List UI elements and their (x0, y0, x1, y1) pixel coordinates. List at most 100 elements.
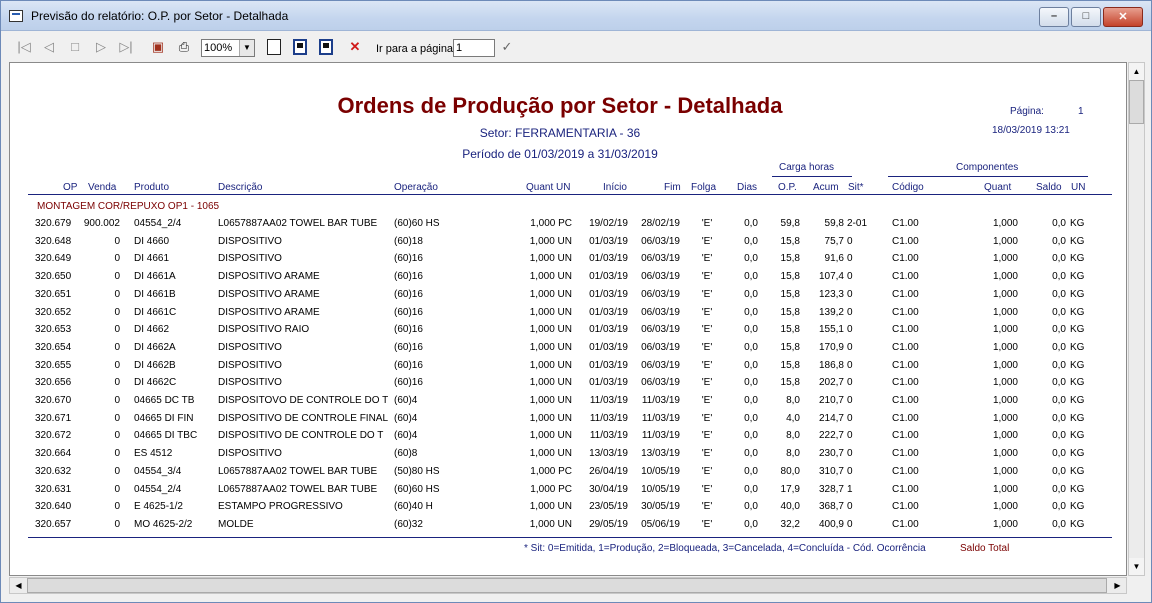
cell-codigo: C1.00 (892, 448, 919, 460)
cell-produto: DI 4661C (134, 306, 177, 318)
next-page-icon[interactable]: ▷ (93, 39, 109, 55)
cell-dias: 0,0 (744, 395, 758, 406)
cell-venda: 0 (114, 430, 120, 442)
cell-cquant: 1,000 (992, 483, 1018, 495)
cell-acum: 59,8 (824, 218, 844, 229)
cell-oph: 15,8 (780, 324, 800, 336)
full-page-icon[interactable] (319, 39, 333, 55)
cell-saldo: 0,0 (1052, 324, 1066, 336)
cell-descricao: DISPOSITIVO (218, 341, 282, 353)
table-row: 320.679 900.002 04554_2/4 L0657887AA02 TOWE… (10, 218, 1126, 235)
export-icon[interactable]: ▣ (149, 39, 167, 55)
cell-folga: 'E' (701, 395, 713, 406)
page-width-icon[interactable] (293, 39, 307, 55)
cell-descricao: DISPOSITIVO ARAME (218, 306, 320, 318)
cell-descricao: DISPOSITIVO (218, 359, 282, 371)
zoom-select[interactable]: 100% ▼ (201, 39, 255, 57)
cell-produto: 04665 DI FIN (134, 412, 194, 424)
cell-un: KG (1070, 359, 1085, 371)
horizontal-scrollbar[interactable]: ◀ ▶ (9, 577, 1127, 594)
confirm-goto-icon[interactable]: ✓ (499, 39, 515, 55)
cell-inicio: 01/03/19 (589, 306, 628, 318)
cell-operacao: (60)16 (394, 359, 423, 371)
cell-acum: 170,9 (818, 341, 844, 353)
cell-sit: 0 (847, 253, 853, 265)
cell-fim: 06/03/19 (641, 377, 680, 389)
report-viewport[interactable]: Ordens de Produção por Setor - Detalhada… (9, 62, 1127, 576)
cell-op: 320.672 (35, 430, 72, 442)
cell-un: KG (1070, 483, 1085, 495)
cell-inicio: 23/05/19 (589, 501, 628, 513)
cell-venda: 0 (114, 271, 120, 283)
cell-acum: 75,7 (824, 235, 844, 247)
cell-venda: 0 (114, 448, 120, 460)
cell-oph: 32,2 (780, 518, 800, 530)
cell-acum: 123,3 (818, 288, 844, 300)
cell-quant: 1,000 UN (529, 412, 572, 424)
cell-quant: 1,000 UN (529, 395, 572, 406)
maximize-button[interactable]: □ (1071, 7, 1101, 27)
first-page-icon[interactable]: |◁ (15, 39, 33, 55)
cell-dias: 0,0 (744, 518, 758, 530)
title-bar[interactable]: Previsão do relatório: O.P. por Setor - … (1, 1, 1151, 31)
cell-operacao: (60)16 (394, 288, 423, 300)
cell-operacao: (60)8 (394, 448, 418, 460)
cell-sit: 2-01 (847, 218, 868, 229)
cell-inicio: 01/03/19 (589, 235, 628, 247)
cell-dias: 0,0 (744, 306, 758, 318)
minimize-button[interactable]: – (1039, 7, 1069, 27)
vertical-scroll-thumb[interactable] (1129, 80, 1144, 124)
table-row: 320.631 0 04554_2/4 L0657887AA02 TOWEL BAR … (10, 483, 1126, 501)
cell-sit: 0 (847, 412, 853, 424)
close-window-button[interactable]: ✕ (1103, 7, 1143, 27)
cell-operacao: (60)4 (394, 395, 418, 406)
cell-acum: 368,7 (818, 501, 844, 513)
header-descricao: Descrição (218, 182, 263, 193)
cell-saldo: 0,0 (1052, 501, 1066, 513)
cell-oph: 17,9 (780, 483, 800, 495)
cell-saldo: 0,0 (1052, 430, 1066, 442)
vertical-scrollbar[interactable]: ▲ ▼ (1128, 62, 1145, 576)
cell-codigo: C1.00 (892, 377, 919, 389)
cell-fim: 06/03/19 (641, 341, 680, 353)
header-inicio: Início (603, 182, 627, 193)
goto-page-input[interactable]: 1 (453, 39, 495, 57)
cell-fim: 11/03/19 (641, 395, 680, 406)
stop-icon[interactable]: □ (67, 39, 83, 55)
horizontal-scroll-thumb[interactable] (27, 578, 1107, 593)
previous-page-icon[interactable]: ◁ (41, 39, 57, 55)
chevron-down-icon[interactable]: ▼ (239, 40, 254, 56)
print-icon[interactable]: ⎙ (175, 39, 193, 55)
cell-acum: 230,7 (818, 448, 844, 460)
cell-oph: 80,0 (780, 465, 800, 477)
cell-acum: 155,1 (818, 324, 844, 336)
cell-oph: 8,0 (786, 448, 800, 460)
header-quant: Quant (984, 182, 1012, 193)
table-row: 320.671 0 04665 DI FIN DISPOSITIVO DE CONTR… (10, 412, 1126, 430)
cell-oph: 15,8 (780, 359, 800, 371)
section-title: MONTAGEM COR/REPUXO OP1 - 1065 (37, 201, 220, 212)
close-preview-icon[interactable]: ✕ (347, 39, 363, 55)
cell-folga: 'E' (701, 465, 713, 477)
cell-fim: 30/05/19 (641, 501, 680, 513)
cell-acum: 222,7 (818, 430, 844, 442)
cell-sit: 0 (847, 288, 853, 300)
scroll-down-icon[interactable]: ▼ (1129, 558, 1144, 575)
cell-oph: 15,8 (780, 288, 800, 300)
header-venda: Venda (88, 182, 117, 193)
cell-operacao: (60)16 (394, 271, 423, 283)
cell-saldo: 0,0 (1052, 483, 1066, 495)
cell-sit: 0 (847, 359, 853, 371)
scroll-up-icon[interactable]: ▲ (1129, 63, 1144, 80)
cell-folga: 'E' (701, 448, 713, 460)
scroll-left-icon[interactable]: ◀ (10, 578, 27, 593)
last-page-icon[interactable]: ▷| (117, 39, 135, 55)
single-page-icon[interactable] (267, 39, 281, 55)
cell-dias: 0,0 (744, 501, 758, 513)
cell-un: KG (1070, 518, 1085, 530)
cell-dias: 0,0 (744, 359, 758, 371)
cell-inicio: 30/04/19 (589, 483, 628, 495)
scroll-right-icon[interactable]: ▶ (1109, 578, 1126, 593)
cell-oph: 4,0 (786, 412, 800, 424)
cell-fim: 28/02/19 (641, 218, 680, 229)
